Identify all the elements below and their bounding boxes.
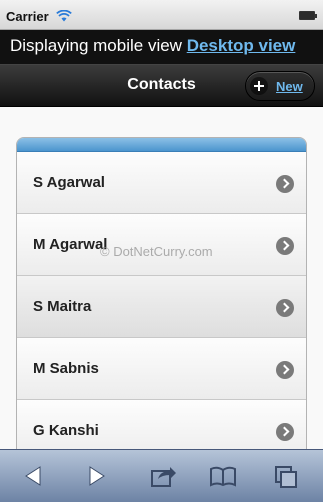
arrow-right-icon [276, 237, 294, 255]
browser-toolbar [0, 449, 323, 502]
battery-icon [299, 11, 317, 20]
list-item[interactable]: G Kanshi [17, 400, 306, 449]
contact-name: G Kanshi [33, 422, 99, 439]
plus-icon [250, 77, 268, 95]
share-button[interactable] [144, 458, 180, 494]
view-switcher-bar: Displaying mobile view Desktop view [0, 30, 323, 64]
list-item[interactable]: S Agarwal [17, 152, 306, 214]
mobile-screen: Carrier Displaying mobile view Desktop v… [0, 0, 323, 502]
watermark: © DotNetCurry.com [100, 244, 213, 259]
list-divider [17, 138, 306, 152]
forward-icon [89, 466, 105, 486]
contact-name: S Maitra [33, 298, 92, 315]
list-item[interactable]: M Sabnis [17, 338, 306, 400]
contact-name: M Sabnis [33, 360, 99, 377]
tabs-icon [275, 466, 297, 488]
list-item[interactable]: S Maitra [17, 276, 306, 338]
content-area[interactable]: S Agarwal M Agarwal S Maitra M Sabnis G … [0, 107, 323, 449]
page-header: Contacts New [0, 64, 323, 107]
new-button-label: New [276, 79, 303, 94]
forward-button[interactable] [79, 458, 115, 494]
contacts-list: S Agarwal M Agarwal S Maitra M Sabnis G … [16, 137, 307, 449]
view-mode-text: Displaying mobile view [10, 36, 182, 55]
new-contact-button[interactable]: New [245, 71, 315, 101]
share-icon [151, 467, 176, 487]
arrow-right-icon [276, 423, 294, 441]
bookmarks-button[interactable] [205, 458, 241, 494]
arrow-right-icon [276, 175, 294, 193]
status-bar: Carrier [0, 0, 323, 30]
carrier-label: Carrier [6, 9, 49, 24]
contact-name: S Agarwal [33, 174, 105, 191]
back-icon [25, 466, 41, 486]
tabs-button[interactable] [268, 458, 304, 494]
desktop-view-link[interactable]: Desktop view [187, 36, 296, 55]
arrow-right-icon [276, 299, 294, 317]
back-button[interactable] [15, 458, 51, 494]
contact-name: M Agarwal [33, 236, 108, 253]
wifi-icon [56, 10, 72, 22]
bookmarks-icon [210, 466, 236, 487]
arrow-right-icon [276, 361, 294, 379]
